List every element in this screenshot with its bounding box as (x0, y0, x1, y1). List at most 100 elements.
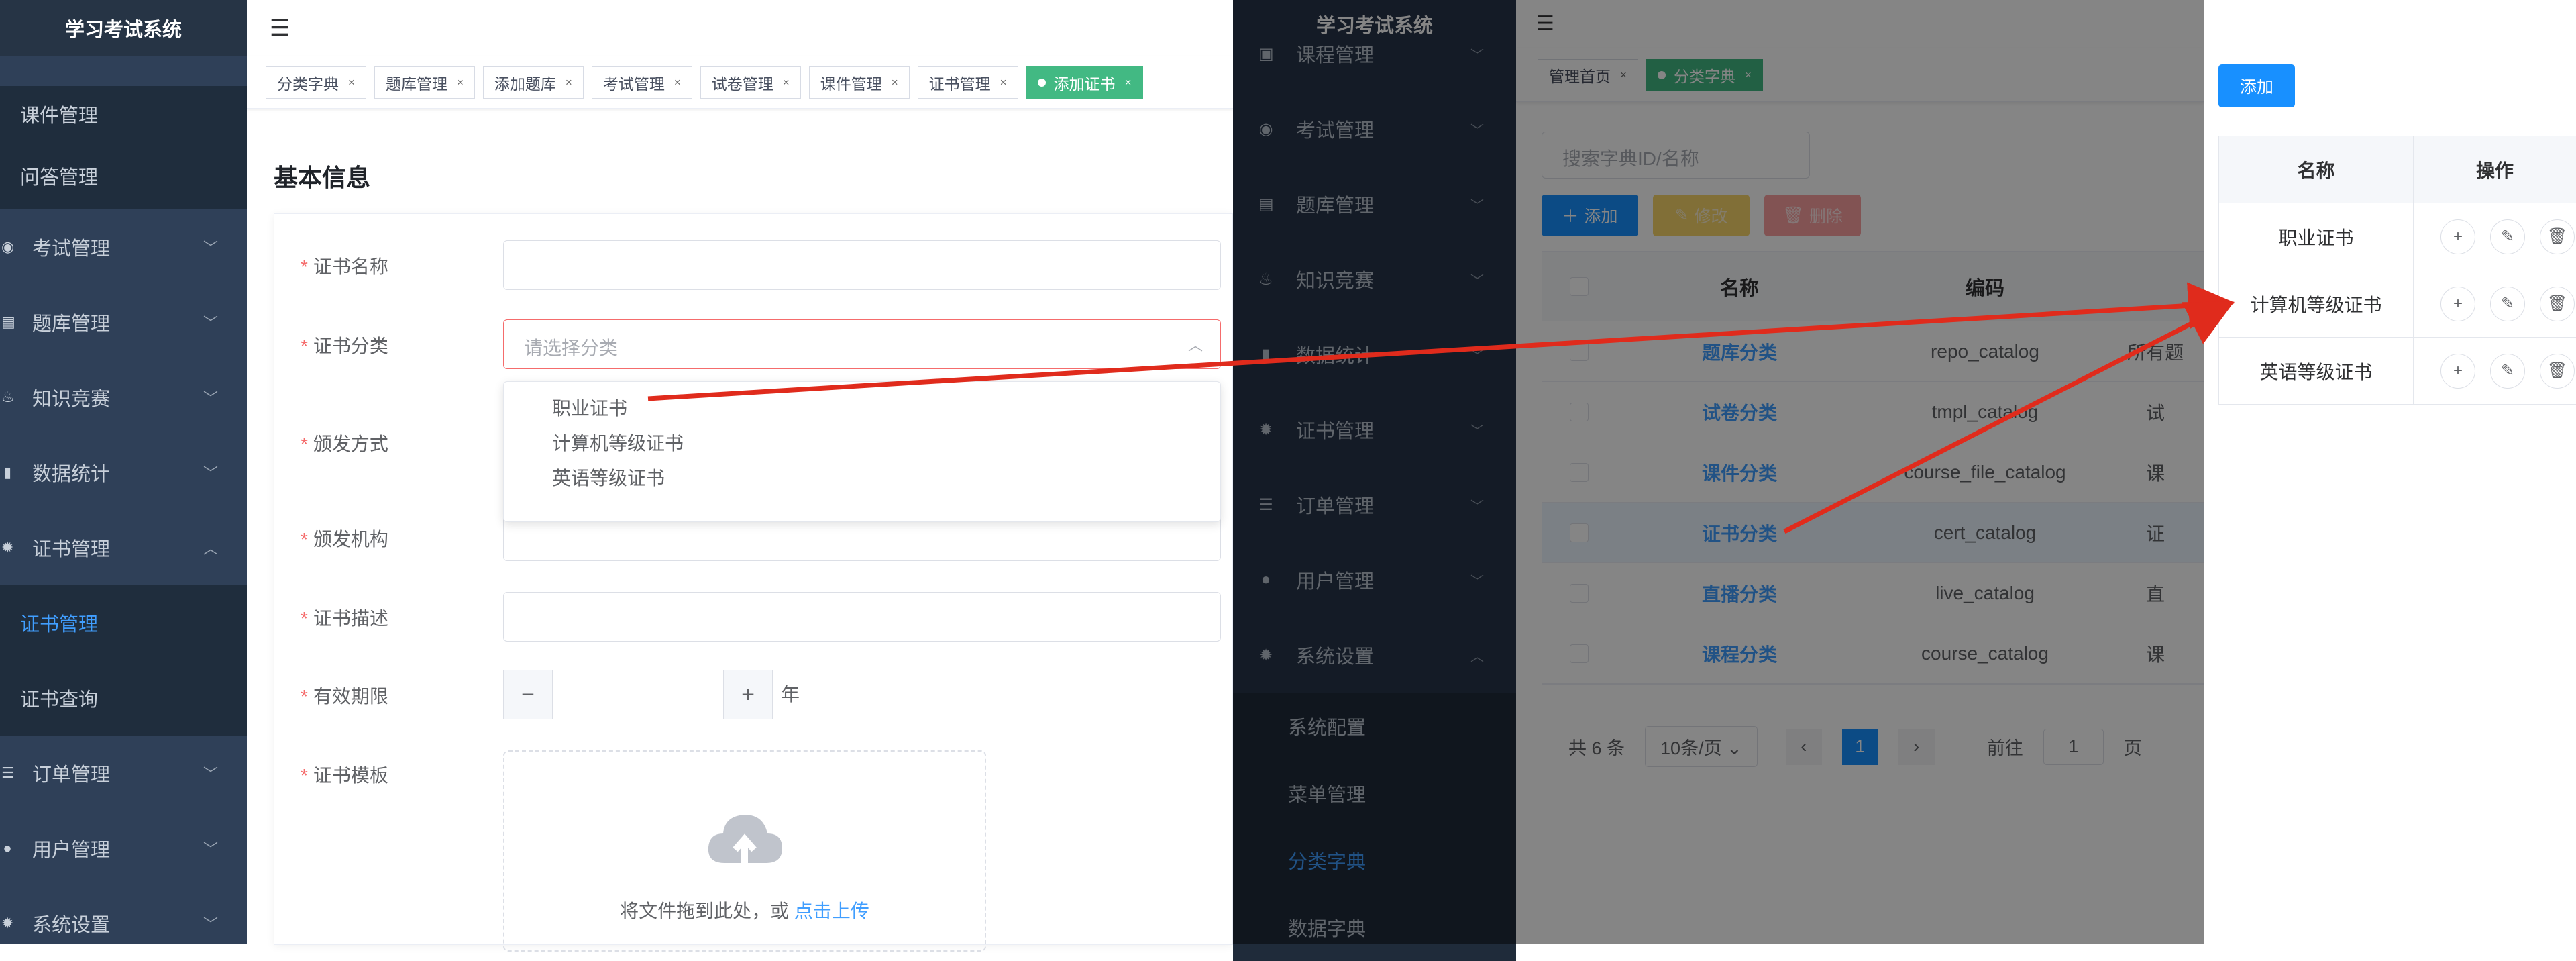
next-page-button[interactable]: › (1898, 728, 1935, 765)
submenu-item[interactable]: 数据字典 (1233, 894, 1516, 961)
close-icon[interactable]: × (566, 76, 572, 89)
sidebar-item[interactable]: ✹ 证书管理 ﹀ (1233, 392, 1516, 467)
tab-item[interactable]: 添加题库 × (482, 66, 584, 99)
table-row[interactable]: 试卷分类 tmpl_catalog 试 (1542, 382, 2204, 442)
close-icon[interactable]: × (674, 76, 681, 89)
edit-icon[interactable]: ✎ (2490, 353, 2525, 389)
close-icon[interactable]: × (348, 76, 355, 89)
sidebar-item[interactable]: 证书查询 (0, 660, 247, 736)
add-child-button[interactable]: + (2440, 219, 2475, 254)
delete-button[interactable]: 🗑 删除 (1764, 195, 1861, 236)
sidebar-item[interactable]: ● 用户管理 ﹀ (0, 811, 247, 886)
sidebar-item[interactable]: 课件管理 (0, 86, 247, 142)
table-row[interactable]: 课件分类 course_file_catalog 课 (1542, 442, 2204, 503)
edit-icon[interactable]: ✎ (2490, 286, 2525, 321)
cert-category-select[interactable]: 请选择分类 ︿ (503, 319, 1221, 369)
chevron-down-icon: ﹀ (203, 240, 218, 256)
table-row[interactable]: 课程分类 course_catalog 课 (1542, 623, 2204, 684)
tab-item[interactable]: 考试管理 × (591, 66, 692, 99)
delete-icon[interactable]: 🗑 (2540, 353, 2575, 389)
sidebar-item[interactable]: ☰ 订单管理 ﹀ (1233, 467, 1516, 542)
increase-button[interactable]: + (723, 670, 773, 719)
tab-item[interactable]: 添加证书 × (1026, 66, 1143, 99)
close-icon[interactable]: × (1125, 76, 1132, 89)
sidebar-item[interactable]: ✹ 证书管理 ︿ (0, 510, 247, 585)
tab-label: 课件管理 (820, 74, 882, 93)
sidebar-item[interactable]: ● 用户管理 ﹀ (1233, 542, 1516, 617)
row-name-link[interactable]: 证书分类 (1616, 519, 1863, 546)
add-child-button[interactable]: + (2440, 353, 2475, 389)
row-code: cert_catalog (1933, 521, 2037, 543)
sidebar-item[interactable]: ◉ 考试管理 ﹀ (1233, 91, 1516, 166)
sidebar-item[interactable]: ☰ 订单管理 ﹀ (0, 736, 247, 811)
row-checkbox[interactable] (1570, 462, 1589, 482)
sidebar-item[interactable]: 问答管理 (0, 142, 247, 209)
dropdown-option[interactable]: 职业证书 (504, 391, 1220, 426)
delete-icon[interactable]: 🗑 (2540, 286, 2575, 321)
sidebar-item[interactable]: ♨ 知识竞赛 ﹀ (1233, 242, 1516, 317)
sidebar-item[interactable]: ✹ 系统设置 ︿ (1233, 617, 1516, 693)
submenu-item[interactable]: 系统配置 (1233, 693, 1516, 760)
page-size-select[interactable]: 10条/页 ⌄ (1645, 726, 1758, 767)
template-upload[interactable]: 将文件拖到此处，或 点击上传 (503, 750, 986, 952)
delete-icon[interactable]: 🗑 (2540, 219, 2575, 254)
upload-link[interactable]: 点击上传 (794, 901, 869, 921)
tab-item[interactable]: 题库管理 × (374, 66, 475, 99)
close-icon[interactable]: × (783, 76, 790, 89)
tab-item[interactable]: 证书管理 × (917, 66, 1018, 99)
goto-input[interactable]: 1 (2043, 728, 2104, 765)
add-child-button[interactable]: + (2440, 286, 2475, 321)
row-name-link[interactable]: 课程分类 (1616, 640, 1863, 667)
row-checkbox[interactable] (1570, 523, 1589, 542)
category-dropdown: 职业证书 计算机等级证书 英语等级证书 (503, 381, 1221, 522)
row-checkbox[interactable] (1570, 402, 1589, 421)
tab-item[interactable]: 分类字典 × (1646, 58, 1763, 91)
cert-name-input[interactable] (503, 240, 1221, 290)
select-all-checkbox[interactable] (1570, 276, 1589, 296)
menu-fold-icon[interactable]: ☰ (270, 15, 290, 42)
prev-page-button[interactable]: ‹ (1785, 728, 1822, 765)
row-name-link[interactable]: 直播分类 (1616, 580, 1863, 607)
row-name-link[interactable]: 课件分类 (1616, 459, 1863, 486)
sidebar-item[interactable]: ▤ 题库管理 ﹀ (1233, 166, 1516, 242)
tab-item[interactable]: 分类字典 × (266, 66, 366, 99)
edit-icon[interactable]: ✎ (2490, 219, 2525, 254)
edit-button[interactable]: ✎ 修改 (1653, 195, 1750, 236)
sidebar-item[interactable]: ♨ 知识竞赛 ﹀ (0, 360, 247, 435)
tab-item[interactable]: 课件管理 × (808, 66, 910, 99)
close-icon[interactable]: × (1000, 76, 1007, 89)
sidebar-item-label: 证书查询 (20, 689, 99, 711)
page-1-button[interactable]: 1 (1841, 728, 1878, 765)
tab-item[interactable]: 管理首页 × (1538, 58, 1638, 91)
dropdown-option[interactable]: 计算机等级证书 (504, 426, 1220, 461)
row-name-link[interactable]: 题库分类 (1616, 338, 1863, 365)
dropdown-option[interactable]: 英语等级证书 (504, 461, 1220, 496)
row-checkbox[interactable] (1570, 583, 1589, 603)
close-icon[interactable]: × (892, 76, 898, 89)
validity-input[interactable] (553, 670, 723, 719)
sidebar-item[interactable]: ◉ 考试管理 ﹀ (0, 209, 247, 285)
sidebar-item[interactable]: ✹ 系统设置 ﹀ (0, 886, 247, 961)
close-icon[interactable]: × (457, 76, 464, 89)
description-input[interactable] (503, 592, 1221, 642)
sidebar-item[interactable]: ▤ 题库管理 ﹀ (0, 285, 247, 360)
search-input[interactable]: 搜索字典ID/名称 (1542, 132, 1810, 179)
menu-fold-icon-2[interactable]: ☰ (1536, 12, 1554, 36)
close-icon[interactable]: × (1745, 68, 1752, 82)
add-button[interactable]: ＋ 添加 (1542, 195, 1638, 236)
table-row[interactable]: 直播分类 live_catalog 直 (1542, 563, 2204, 623)
row-checkbox[interactable] (1570, 644, 1589, 663)
row-name-link[interactable]: 试卷分类 (1616, 399, 1863, 425)
table-row[interactable]: 题库分类 repo_catalog 所有题 (1542, 321, 2204, 382)
close-icon[interactable]: × (1620, 68, 1627, 82)
sidebar-item[interactable]: 证书管理 (0, 585, 247, 660)
sidebar-item[interactable]: ▮ 数据统计 ﹀ (1233, 317, 1516, 392)
decrease-button[interactable]: − (503, 670, 553, 719)
row-checkbox[interactable] (1570, 342, 1589, 361)
submenu-item[interactable]: 菜单管理 (1233, 760, 1516, 827)
submenu-item[interactable]: 分类字典 (1233, 827, 1516, 894)
tab-item[interactable]: 试卷管理 × (700, 66, 801, 99)
table-row[interactable]: 证书分类 cert_catalog 证 (1542, 503, 2204, 563)
add-category-button[interactable]: 添加 (2218, 64, 2295, 107)
sidebar-item[interactable]: ▮ 数据统计 ﹀ (0, 435, 247, 510)
